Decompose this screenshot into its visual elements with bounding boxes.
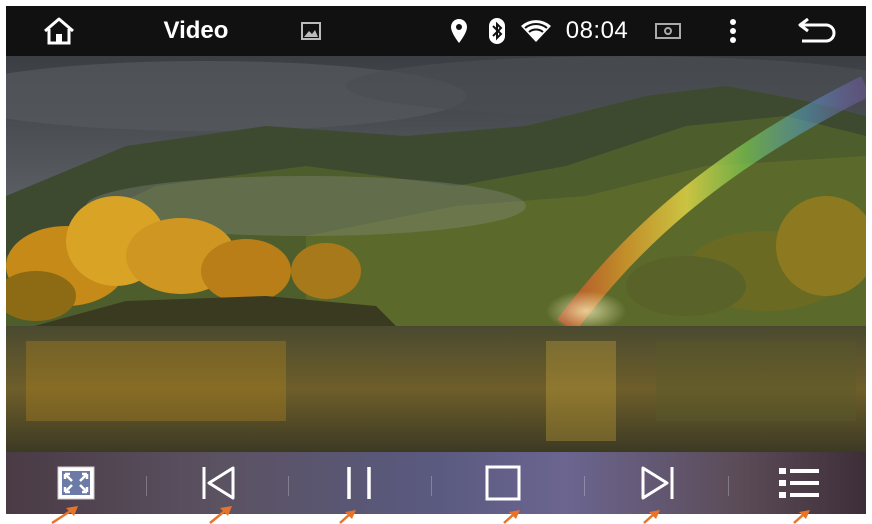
screen-icon[interactable] — [652, 6, 684, 56]
fullscreen-icon — [57, 466, 95, 500]
wifi-icon — [518, 6, 554, 56]
control-separator — [146, 476, 147, 496]
app-title: Video — [163, 17, 229, 44]
more-icon[interactable] — [718, 6, 748, 56]
control-separator — [288, 476, 289, 496]
annotation-arrow-icon — [339, 510, 356, 524]
control-separator — [584, 476, 585, 496]
device-screen: Video 08:04 — [6, 6, 866, 514]
bluetooth-icon — [484, 6, 510, 56]
video-frame[interactable] — [6, 56, 866, 452]
status-bar: Video 08:04 — [6, 6, 866, 56]
control-separator — [728, 476, 729, 496]
previous-icon — [202, 466, 235, 500]
annotation-arrow-icon — [793, 510, 810, 524]
annotation-arrow-icon — [209, 506, 232, 524]
back-icon[interactable] — [792, 6, 842, 56]
stop-button[interactable] — [448, 452, 558, 514]
stop-icon — [485, 465, 521, 501]
playback-controls — [6, 452, 866, 514]
playlist-button[interactable] — [744, 452, 854, 514]
annotation-arrow-icon — [51, 506, 78, 524]
pause-button[interactable] — [304, 452, 414, 514]
playlist-icon — [779, 468, 819, 498]
next-icon — [641, 466, 674, 500]
location-icon — [446, 6, 472, 56]
gallery-icon[interactable] — [296, 6, 326, 56]
pause-icon — [347, 467, 371, 499]
clock-time: 08:04 — [565, 17, 629, 44]
home-icon[interactable] — [36, 6, 82, 56]
next-button[interactable] — [602, 452, 712, 514]
annotation-arrow-icon — [643, 510, 660, 524]
annotation-arrow-icon — [503, 510, 520, 524]
control-separator — [431, 476, 432, 496]
